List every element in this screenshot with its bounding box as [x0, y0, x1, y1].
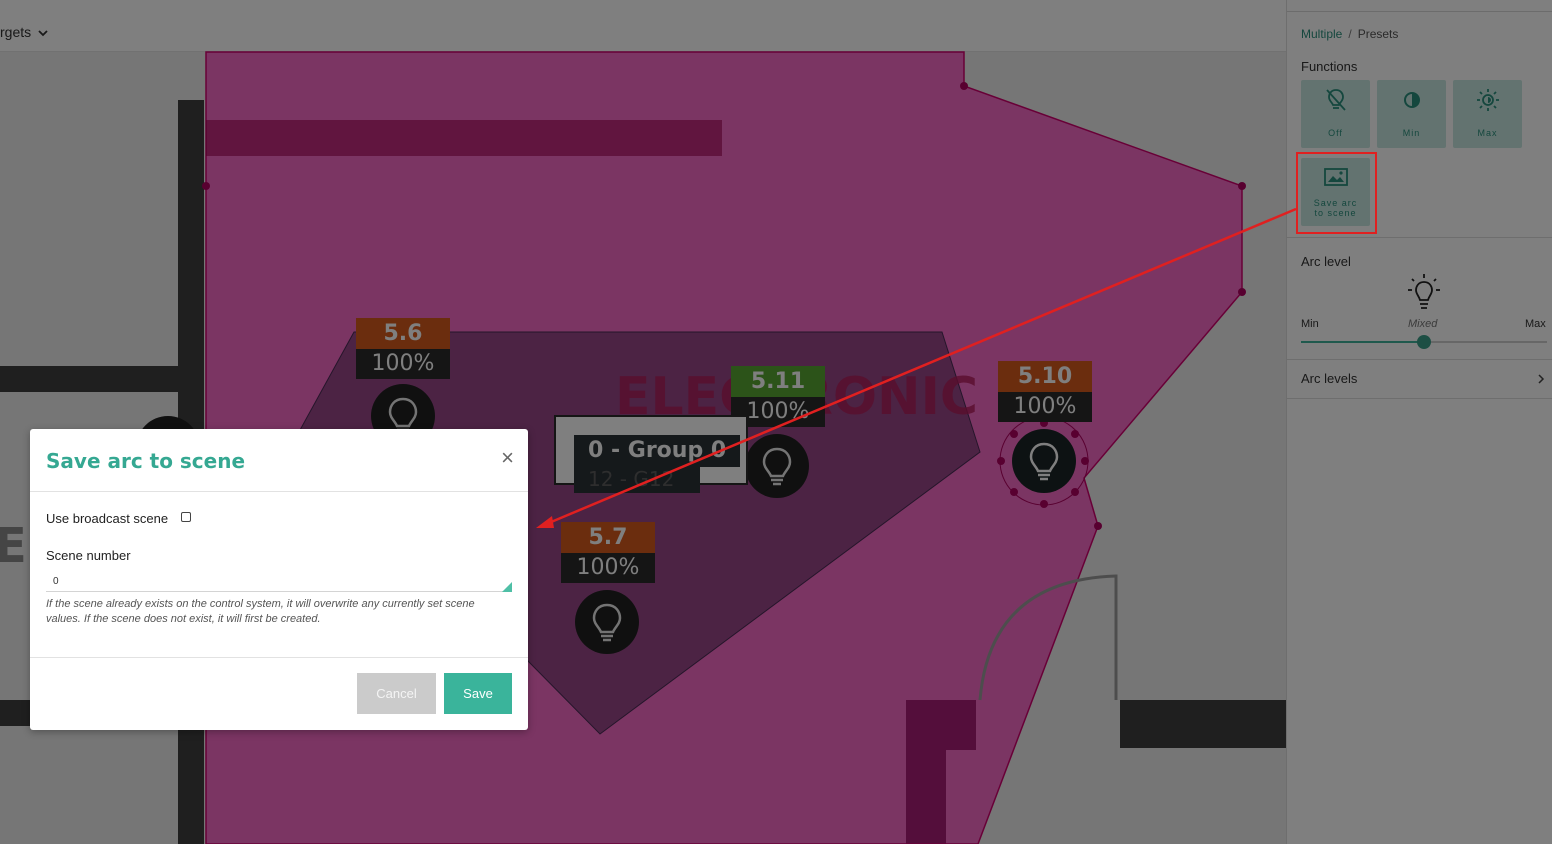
input-resize-icon: [502, 582, 512, 592]
broadcast-scene-checkbox[interactable]: [181, 512, 191, 522]
divider: [30, 491, 528, 492]
dialog-title: Save arc to scene: [46, 449, 246, 473]
save-button[interactable]: Save: [444, 673, 512, 714]
close-icon[interactable]: ×: [501, 445, 514, 471]
scene-number-input[interactable]: [46, 572, 512, 592]
broadcast-scene-label: Use broadcast scene: [46, 511, 169, 526]
scene-hint: If the scene already exists on the contr…: [46, 598, 475, 625]
scene-number-label: Scene number: [46, 548, 131, 563]
divider: [30, 657, 528, 658]
cancel-button[interactable]: Cancel: [357, 673, 436, 714]
save-arc-to-scene-dialog: Save arc to scene × Use broadcast scene …: [30, 429, 528, 730]
panel-backdrop[interactable]: [1286, 0, 1552, 844]
highlight-box: [1296, 152, 1377, 234]
